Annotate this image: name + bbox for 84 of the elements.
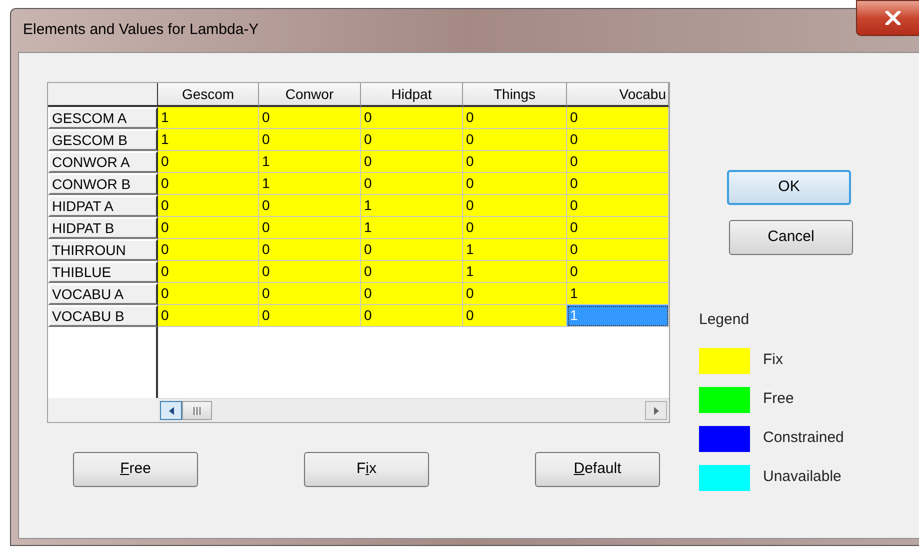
table-cell[interactable]: 0: [463, 283, 567, 305]
table-cell[interactable]: 1: [463, 261, 567, 283]
legend-title: Legend: [699, 310, 750, 330]
scroll-thumb[interactable]: [182, 401, 212, 420]
table-cell[interactable]: 0: [158, 151, 259, 173]
table-cell[interactable]: 0: [259, 217, 361, 239]
table-cell[interactable]: 0: [463, 129, 567, 151]
row-header[interactable]: THIBLUE: [48, 261, 158, 283]
table-cell[interactable]: 0: [463, 305, 567, 327]
table-cell[interactable]: 0: [567, 261, 669, 283]
row-header[interactable]: CONWOR B: [48, 173, 158, 195]
legend-label: Free: [763, 389, 794, 410]
table-cell[interactable]: 0: [158, 173, 259, 195]
table-cell[interactable]: 0: [158, 217, 259, 239]
column-header[interactable]: Hidpat: [361, 83, 463, 107]
table-cell[interactable]: 0: [259, 195, 361, 217]
column-header[interactable]: Things: [463, 83, 567, 107]
dialog-button[interactable]: OK: [727, 170, 851, 205]
table-cell[interactable]: 0: [361, 261, 463, 283]
close-button[interactable]: [856, 0, 919, 36]
table-cell[interactable]: 0: [259, 107, 361, 129]
scroll-right-button[interactable]: [645, 401, 667, 420]
table-cell[interactable]: 0: [567, 129, 669, 151]
table-cell[interactable]: 0: [361, 129, 463, 151]
close-icon: [884, 11, 900, 25]
scroll-left-button[interactable]: [160, 401, 182, 420]
table-cell[interactable]: 1: [567, 283, 669, 305]
action-button[interactable]: Default: [535, 452, 660, 487]
legend-label: Fix: [763, 350, 783, 370]
table-cell[interactable]: 0: [259, 305, 361, 327]
table-cell[interactable]: 0: [567, 239, 669, 261]
table-cell[interactable]: 0: [361, 173, 463, 195]
row-header[interactable]: THIRROUN: [48, 239, 158, 261]
table-cell[interactable]: 1: [259, 151, 361, 173]
action-button[interactable]: Fix: [304, 452, 429, 487]
row-header[interactable]: HIDPAT B: [48, 217, 158, 239]
legend-label: Unavailable: [763, 467, 842, 488]
row-header[interactable]: CONWOR A: [48, 151, 158, 173]
table-cell[interactable]: 1: [361, 195, 463, 217]
table-cell[interactable]: 0: [259, 283, 361, 305]
row-header[interactable]: GESCOM B: [48, 129, 158, 151]
table-cell[interactable]: 0: [361, 305, 463, 327]
row-header[interactable]: VOCABU B: [48, 305, 158, 327]
column-header[interactable]: Conwor: [259, 83, 361, 107]
right-arrow-icon: [654, 406, 658, 414]
table-cell[interactable]: 0: [463, 195, 567, 217]
window-title: Elements and Values for Lambda-Y: [23, 20, 259, 40]
horizontal-scrollbar[interactable]: [158, 398, 669, 422]
table-cell[interactable]: 0: [158, 261, 259, 283]
table-cell[interactable]: 0: [463, 217, 567, 239]
action-button[interactable]: Free: [73, 452, 198, 487]
table-cell[interactable]: 0: [361, 107, 463, 129]
table-cell[interactable]: 0: [158, 195, 259, 217]
table-cell[interactable]: 0: [463, 151, 567, 173]
table-cell[interactable]: 1: [158, 129, 259, 151]
table-cell[interactable]: 1: [158, 107, 259, 129]
table-cell[interactable]: 0: [361, 151, 463, 173]
table-cell[interactable]: 0: [158, 305, 259, 327]
table-cell[interactable]: 0: [567, 195, 669, 217]
dialog-button[interactable]: Cancel: [729, 220, 853, 255]
table-cell[interactable]: 0: [567, 217, 669, 239]
grip-icon: [192, 406, 202, 414]
table-cell[interactable]: 0: [361, 283, 463, 305]
column-header[interactable]: Vocabu: [567, 83, 669, 107]
column-header[interactable]: Gescom: [158, 83, 259, 107]
row-header[interactable]: VOCABU A: [48, 283, 158, 305]
table-cell[interactable]: 0: [567, 107, 669, 129]
table-cell[interactable]: 0: [567, 151, 669, 173]
table-cell[interactable]: 0: [259, 261, 361, 283]
table-cell[interactable]: 1: [259, 173, 361, 195]
table-cell[interactable]: 1: [361, 217, 463, 239]
table-cell[interactable]: 0: [158, 283, 259, 305]
legend-label: Constrained: [763, 428, 844, 448]
table-cell[interactable]: 0: [463, 173, 567, 195]
table-cell[interactable]: 0: [158, 239, 259, 261]
row-header[interactable]: HIDPAT A: [48, 195, 158, 217]
left-arrow-icon: [168, 406, 174, 414]
table-cell[interactable]: 0: [259, 239, 361, 261]
table-cell[interactable]: 0: [361, 239, 463, 261]
table-cell[interactable]: 0: [567, 173, 669, 195]
row-header[interactable]: GESCOM A: [48, 107, 158, 129]
table-cell[interactable]: 1: [463, 239, 567, 261]
table-cell[interactable]: 0: [259, 129, 361, 151]
table-cell[interactable]: 0: [463, 107, 567, 129]
